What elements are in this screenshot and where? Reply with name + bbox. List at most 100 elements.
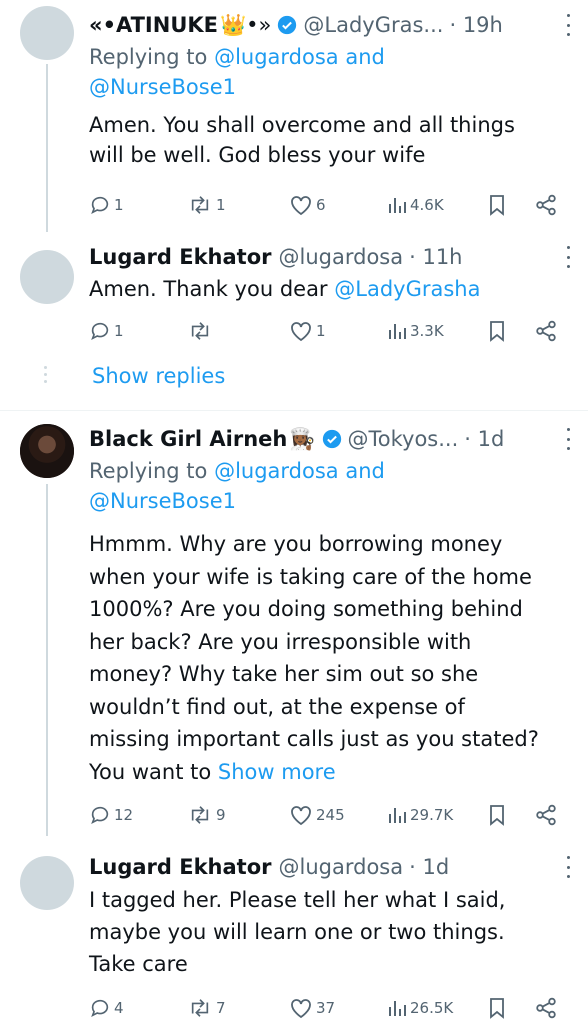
retweet-button[interactable]: 1 xyxy=(187,190,226,220)
bookmark-icon xyxy=(490,195,504,216)
display-name[interactable]: Lugard Ekhator xyxy=(89,850,272,884)
views-count: 29.7K xyxy=(410,806,454,824)
verified-badge-icon xyxy=(278,15,297,35)
bookmark-icon xyxy=(490,998,504,1019)
share-button[interactable] xyxy=(535,800,557,830)
like-button[interactable]: 37 xyxy=(289,993,335,1023)
user-handle[interactable]: @lugardosa xyxy=(279,850,404,884)
name-emoji: 👩🏾‍🍳 xyxy=(289,427,316,451)
more-options-icon[interactable] xyxy=(564,856,572,878)
mention-link[interactable]: @NurseBose1 xyxy=(89,75,236,99)
like-count: 6 xyxy=(316,196,326,214)
timestamp[interactable]: · 11h xyxy=(409,240,462,274)
share-button[interactable] xyxy=(535,190,557,220)
views-button[interactable]: 4.6K xyxy=(387,190,444,220)
reply-button[interactable]: 1 xyxy=(89,190,124,220)
like-button[interactable]: 1 xyxy=(289,316,326,346)
retweet-count: 7 xyxy=(216,999,226,1017)
retweet-icon xyxy=(191,322,209,340)
display-name[interactable]: Lugard Ekhator xyxy=(89,240,272,274)
retweet-button[interactable]: 7 xyxy=(187,993,226,1023)
bookmark-button[interactable] xyxy=(487,800,507,830)
avatar[interactable] xyxy=(20,424,74,478)
bookmark-icon xyxy=(490,805,504,826)
reply-button[interactable]: 12 xyxy=(89,800,133,830)
share-button[interactable] xyxy=(535,993,557,1023)
tweet-1[interactable]: «•ATINUKE 👑•» @LadyGras... · 19h Replyin… xyxy=(0,0,588,232)
reply-icon xyxy=(91,322,109,341)
retweet-count: 1 xyxy=(216,196,226,214)
action-bar: 1 1 3.3K xyxy=(89,316,572,346)
views-count: 26.5K xyxy=(410,999,454,1017)
share-icon xyxy=(536,804,556,826)
tweet-header: «•ATINUKE 👑•» @LadyGras... · 19h xyxy=(89,8,544,42)
display-name[interactable]: «•ATINUKE xyxy=(89,8,218,42)
divider xyxy=(0,410,588,411)
views-icon xyxy=(389,324,406,339)
thread-dots xyxy=(44,366,47,383)
like-count: 37 xyxy=(316,999,336,1017)
thread-line xyxy=(46,484,48,836)
mention-link[interactable]: @lugardosa xyxy=(214,459,339,483)
action-bar: 1 1 6 4.6K xyxy=(89,190,572,220)
like-icon xyxy=(291,999,311,1019)
show-more-link[interactable]: Show more xyxy=(218,760,336,784)
action-bar: 4 7 37 26.5K xyxy=(89,993,572,1023)
reply-count: 4 xyxy=(114,999,124,1017)
like-button[interactable]: 245 xyxy=(289,800,345,830)
retweet-count: 9 xyxy=(216,806,226,824)
action-bar: 12 9 245 29.7K xyxy=(89,800,572,830)
reply-button[interactable]: 1 xyxy=(89,316,124,346)
verified-badge-icon xyxy=(322,429,341,449)
views-count: 3.3K xyxy=(410,322,444,340)
retweet-button[interactable] xyxy=(187,316,216,346)
display-name[interactable]: Black Girl Airneh xyxy=(89,422,287,456)
timestamp[interactable]: · 19h xyxy=(449,8,502,42)
share-button[interactable] xyxy=(535,316,557,346)
avatar[interactable] xyxy=(20,856,74,910)
tweet-3[interactable]: Black Girl Airneh 👩🏾‍🍳 @Tokyos... · 1d R… xyxy=(0,416,588,836)
more-options-icon[interactable] xyxy=(564,14,572,36)
avatar[interactable] xyxy=(20,250,74,304)
bookmark-button[interactable] xyxy=(487,993,507,1023)
name-emoji: 👑•» xyxy=(220,13,272,37)
reply-count: 12 xyxy=(114,806,134,824)
tweet-4[interactable]: Lugard Ekhator @lugardosa · 1d I tagged … xyxy=(0,836,588,1024)
tweet-header: Lugard Ekhator @lugardosa · 1d xyxy=(89,850,544,884)
avatar[interactable] xyxy=(20,6,74,60)
tweet-2[interactable]: Lugard Ekhator @lugardosa · 11h Amen. Th… xyxy=(0,232,588,412)
like-button[interactable]: 6 xyxy=(289,190,326,220)
retweet-icon xyxy=(191,999,209,1017)
mention-link[interactable]: @NurseBose1 xyxy=(89,489,236,513)
timestamp[interactable]: · 1d xyxy=(464,422,504,456)
mention-link[interactable]: @lugardosa xyxy=(214,45,339,69)
bookmark-button[interactable] xyxy=(487,316,507,346)
mention-link[interactable]: @LadyGrasha xyxy=(334,277,480,301)
views-count: 4.6K xyxy=(410,196,444,214)
replying-to: Replying to @lugardosa and @NurseBose1 xyxy=(89,459,385,513)
more-options-icon[interactable] xyxy=(564,246,572,268)
views-button[interactable]: 26.5K xyxy=(387,993,453,1023)
reply-icon xyxy=(91,196,109,215)
user-handle[interactable]: @lugardosa xyxy=(279,240,404,274)
like-count: 1 xyxy=(316,322,326,340)
share-icon xyxy=(536,194,556,216)
bookmark-button[interactable] xyxy=(487,190,507,220)
retweet-button[interactable]: 9 xyxy=(187,800,226,830)
reply-icon xyxy=(91,806,109,825)
show-replies-link[interactable]: Show replies xyxy=(92,364,225,388)
bookmark-icon xyxy=(490,321,504,342)
timestamp[interactable]: · 1d xyxy=(409,850,449,884)
reply-button[interactable]: 4 xyxy=(89,993,124,1023)
share-icon xyxy=(536,997,556,1019)
retweet-icon xyxy=(191,196,209,214)
views-icon xyxy=(389,1001,406,1016)
views-button[interactable]: 29.7K xyxy=(387,800,453,830)
thread-line xyxy=(46,64,48,232)
user-handle[interactable]: @Tokyos... xyxy=(348,422,459,456)
reply-icon xyxy=(91,999,109,1018)
retweet-icon xyxy=(191,806,209,824)
more-options-icon[interactable] xyxy=(564,428,572,450)
user-handle[interactable]: @LadyGras... xyxy=(303,8,443,42)
views-button[interactable]: 3.3K xyxy=(387,316,444,346)
